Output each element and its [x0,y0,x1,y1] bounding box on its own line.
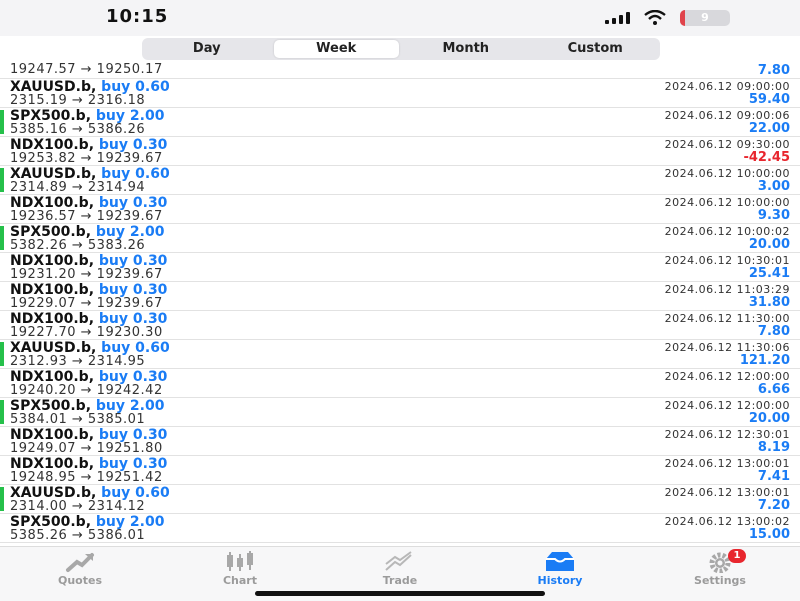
trade-prices: 2314.00 → 2314.12 [10,499,146,514]
trade-row[interactable]: NDX100.b, buy 0.30 2024.06.12 12:00:00 192… [0,369,800,398]
trade-profit: -42.45 [743,150,790,165]
trade-prices: 5382.26 → 5383.26 [10,238,146,253]
trade-row[interactable]: NDX100.b, buy 0.30 2024.06.12 10:00:00 192… [0,195,800,224]
trade-profit: 7.80 [757,63,790,78]
tab-history-label: History [537,574,583,587]
trade-row[interactable]: NDX100.b, buy 0.30 2024.06.12 09:30:00 192… [0,137,800,166]
cellular-signal-icon [605,12,630,24]
trade-prices: 19240.20 → 19242.42 [10,383,163,398]
trade-icon [385,551,412,571]
trade-row[interactable]: XAUUSD.b, buy 0.60 2024.06.12 13:00:01 231… [0,485,800,514]
trade-row[interactable]: NDX100.b, buy 0.30 2024.06.12 12:30:01 192… [0,427,800,456]
buy-marker [0,168,4,192]
trade-profit: 15.00 [748,527,790,542]
trade-prices: 19231.20 → 19239.67 [10,267,163,282]
trade-row[interactable]: NDX100.b, buy 0.30 2024.06.12 11:30:00 192… [0,311,800,340]
trade-prices: 19253.82 → 19239.67 [10,151,163,166]
trade-prices: 2312.93 → 2314.95 [10,354,146,369]
status-time: 10:15 [106,6,169,27]
status-icons: 9 [605,10,730,26]
battery-level: 9 [701,11,709,24]
buy-marker [0,400,4,424]
tab-settings-label: Settings [694,574,746,587]
trade-profit: 20.00 [748,237,790,252]
tab-quotes[interactable]: Quotes [0,547,160,601]
trade-profit: 7.80 [757,324,790,339]
trade-prices: 19248.95 → 19251.42 [10,470,163,485]
home-indicator [255,591,545,596]
trade-prices: 5385.26 → 5386.01 [10,528,146,543]
tab-settings[interactable]: 1 Settings [640,547,800,601]
wifi-icon [644,10,666,25]
tab-month[interactable]: Month [403,40,529,58]
trade-profit: 8.19 [757,440,790,455]
trade-prices: 19249.07 → 19251.80 [10,441,163,456]
trade-profit: 20.00 [748,411,790,426]
tab-trade-label: Trade [382,574,418,587]
trade-row[interactable]: NDX100.b, buy 0.30 2024.06.12 11:03:29 192… [0,282,800,311]
trade-profit: 22.00 [748,121,790,136]
buy-marker [0,342,4,366]
trade-prices: 19227.70 → 19230.30 [10,325,163,340]
tab-chart-label: Chart [222,574,257,587]
trade-profit: 3.00 [757,179,790,194]
trade-profit: 59.40 [748,92,790,107]
trade-row[interactable]: NDX100.b, buy 0.30 2024.06.12 13:00:01 192… [0,456,800,485]
trade-prices: 5385.16 → 5386.26 [10,122,146,137]
trade-history-list[interactable]: 19247.57 → 19250.17 7.80 XAUUSD.b, buy 0.6… [0,62,800,546]
buy-marker [0,110,4,134]
trade-prices: 5384.01 → 5385.01 [10,412,146,427]
trade-profit: 6.66 [757,382,790,397]
quotes-icon [66,553,94,572]
trade-prices: 2314.89 → 2314.94 [10,180,146,195]
tab-custom[interactable]: Custom [533,40,659,58]
tab-quotes-label: Quotes [57,574,102,587]
tab-week[interactable]: Week [273,40,399,58]
trade-row[interactable]: SPX500.b, buy 2.00 2024.06.12 12:00:00 538… [0,398,800,427]
trade-profit: 121.20 [739,353,790,368]
trade-profit: 7.41 [757,469,790,484]
trade-prices: 19247.57 → 19250.17 [10,62,163,77]
trade-row[interactable]: XAUUSD.b, buy 0.60 2024.06.12 10:00:00 231… [0,166,800,195]
status-bar: 10:15 9 [0,0,800,36]
trade-row[interactable]: SPX500.b, buy 2.00 2024.06.12 13:00:02 538… [0,514,800,543]
buy-marker [0,226,4,250]
trade-row[interactable]: SPX500.b, buy 2.00 2024.06.12 10:00:02 538… [0,224,800,253]
trade-profit: 9.30 [757,208,790,223]
trade-prices: 2315.19 → 2316.18 [10,93,146,108]
tab-day[interactable]: Day [144,40,270,58]
history-icon [546,552,574,571]
trade-row[interactable]: XAUUSD.b, buy 0.60 2024.06.12 09:00:00 231… [0,79,800,108]
trade-row[interactable]: SPX500.b, buy 2.00 2024.06.12 09:00:06 538… [0,108,800,137]
trade-prices: 19236.57 → 19239.67 [10,209,163,224]
trade-row[interactable]: 19247.57 → 19250.17 7.80 [0,62,800,79]
trade-profit: 31.80 [748,295,790,310]
trade-profit: 25.41 [748,266,790,281]
trade-profit: 7.20 [757,498,790,513]
buy-marker [0,487,4,511]
settings-badge: 1 [728,549,746,563]
period-selector: Day Week Month Custom [142,38,660,60]
battery-icon: 9 [680,10,730,26]
trade-row[interactable]: XAUUSD.b, buy 0.60 2024.06.12 11:30:06 231… [0,340,800,369]
chart-icon [227,551,253,571]
trade-prices: 19229.07 → 19239.67 [10,296,163,311]
trade-row[interactable]: NDX100.b, buy 0.30 2024.06.12 10:30:01 192… [0,253,800,282]
